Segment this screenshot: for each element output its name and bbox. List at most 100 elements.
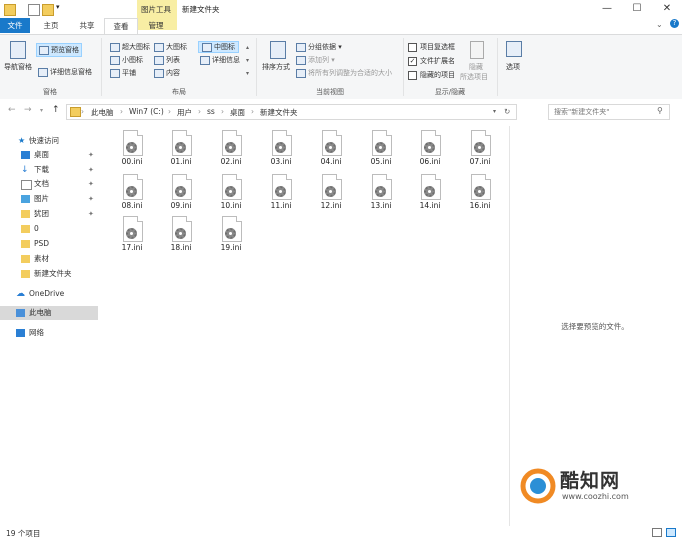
file-item[interactable]: 14.ini	[410, 174, 450, 218]
current-view-group-label: 当前视图	[316, 88, 344, 96]
hidden-items-toggle[interactable]: 隐藏的项目	[408, 70, 455, 80]
hidden-items-checkbox[interactable]	[408, 70, 417, 80]
quick-access-dropdown-icon[interactable]: ▾	[56, 3, 60, 11]
details-view-toggle-icon[interactable]	[652, 528, 662, 537]
sidebar-item-folder[interactable]: 犹团 ✦	[0, 207, 98, 221]
address-dropdown-icon[interactable]: ▾	[493, 108, 496, 115]
view-content[interactable]: 内容	[154, 68, 180, 78]
sidebar-item-folder[interactable]: 素材	[0, 252, 98, 266]
file-item[interactable]: 00.ini	[112, 130, 152, 174]
tab-manage[interactable]: 管理	[138, 18, 174, 33]
sidebar-quick-access[interactable]: ★ 快速访问	[0, 134, 98, 148]
pin-icon[interactable]: ✦	[88, 207, 94, 221]
file-item[interactable]: 01.ini	[161, 130, 201, 174]
item-checkboxes-toggle[interactable]: 项目复选框	[408, 42, 455, 52]
view-list[interactable]: 列表	[154, 55, 180, 65]
pin-icon[interactable]: ✦	[88, 148, 94, 162]
properties-icon[interactable]	[28, 4, 40, 16]
pin-icon[interactable]: ✦	[88, 177, 94, 191]
sidebar-item-desktop[interactable]: 桌面 ✦	[0, 148, 98, 162]
preview-pane-button[interactable]: 预览窗格	[36, 43, 82, 57]
view-small-icons[interactable]: 小图标	[110, 55, 143, 65]
sidebar-onedrive[interactable]: ☁ OneDrive	[0, 287, 98, 301]
search-icon[interactable]: ⚲	[657, 106, 663, 115]
file-item[interactable]: 16.ini	[460, 174, 500, 218]
file-extensions-toggle[interactable]: ✓ 文件扩展名	[408, 56, 455, 66]
item-checkboxes-checkbox[interactable]	[408, 42, 417, 52]
file-item[interactable]: 09.ini	[161, 174, 201, 218]
view-details[interactable]: 详细信息	[200, 55, 240, 65]
maximize-button[interactable]: ☐	[622, 0, 652, 18]
file-item[interactable]: 07.ini	[460, 130, 500, 174]
breadcrumb-this-pc[interactable]: 此电脑	[91, 107, 114, 118]
size-all-columns-button[interactable]: 将所有列调整为合适的大小	[296, 68, 392, 78]
tab-view[interactable]: 查看	[104, 18, 138, 35]
file-item[interactable]: 05.ini	[361, 130, 401, 174]
sidebar-this-pc[interactable]: 此电脑	[0, 306, 98, 320]
sidebar-item-pictures[interactable]: 图片 ✦	[0, 192, 98, 206]
file-item[interactable]: 12.ini	[311, 174, 351, 218]
file-item[interactable]: 18.ini	[161, 216, 201, 260]
view-large-icons[interactable]: 大图标	[154, 42, 187, 52]
tab-home[interactable]: 主页	[36, 18, 66, 33]
sidebar-item-folder[interactable]: 新建文件夹	[0, 267, 98, 281]
options-button[interactable]: 选项	[506, 62, 520, 72]
file-item[interactable]: 11.ini	[261, 174, 301, 218]
file-item[interactable]: 17.ini	[112, 216, 152, 260]
file-item[interactable]: 13.ini	[361, 174, 401, 218]
search-placeholder: 搜索"新建文件夹"	[554, 108, 610, 116]
file-item[interactable]: 10.ini	[211, 174, 251, 218]
add-columns-button[interactable]: 添加列 ▾	[296, 55, 335, 65]
tab-file[interactable]: 文件	[0, 18, 30, 33]
back-button[interactable]: ←	[8, 105, 16, 115]
preview-empty-text: 选择要预览的文件。	[561, 322, 629, 331]
new-folder-icon[interactable]	[42, 4, 54, 16]
sidebar-network[interactable]: 网络	[0, 326, 98, 340]
view-medium-icons[interactable]: 中图标	[198, 41, 239, 53]
file-item[interactable]: 03.ini	[261, 130, 301, 174]
view-extra-large-icons[interactable]: 超大图标	[110, 42, 150, 52]
close-button[interactable]: ✕	[652, 0, 682, 18]
medium-label: 中图标	[214, 43, 235, 51]
group-by-button[interactable]: 分组依据 ▾	[296, 42, 342, 52]
up-button[interactable]: ↑	[52, 105, 60, 115]
breadcrumb-current-folder[interactable]: 新建文件夹	[260, 107, 298, 118]
help-icon[interactable]: ?	[670, 19, 679, 28]
ribbon-collapse-icon[interactable]: ⌄	[656, 20, 663, 29]
address-bar[interactable]: › 此电脑 › Win7 (C:) › 用户 › ss › 桌面 › 新建文件夹…	[66, 104, 517, 120]
file-item[interactable]: 02.ini	[211, 130, 251, 174]
hide-selected-button[interactable]: 隐藏	[469, 62, 483, 72]
breadcrumb-desktop[interactable]: 桌面	[230, 107, 245, 118]
sidebar-item-folder[interactable]: 0	[0, 222, 98, 236]
sidebar-item-label: 文档	[34, 179, 49, 188]
refresh-icon[interactable]: ↻	[504, 107, 510, 116]
file-extensions-checkbox[interactable]: ✓	[408, 56, 417, 66]
breadcrumb-drive[interactable]: Win7 (C:)	[129, 107, 164, 116]
file-item[interactable]: 19.ini	[211, 216, 251, 260]
file-item[interactable]: 08.ini	[112, 174, 152, 218]
recent-locations-icon[interactable]: ▾	[40, 107, 43, 114]
sidebar-item-documents[interactable]: 文档 ✦	[0, 177, 98, 191]
sort-by-button[interactable]: 排序方式	[262, 62, 290, 72]
forward-button[interactable]: →	[24, 105, 32, 115]
tab-share[interactable]: 共享	[72, 18, 102, 33]
search-box[interactable]: 搜索"新建文件夹" ⚲	[548, 104, 670, 120]
pin-icon[interactable]: ✦	[88, 163, 94, 177]
sidebar-item-folder[interactable]: PSD	[0, 237, 98, 251]
file-item[interactable]: 04.ini	[311, 130, 351, 174]
view-tiles[interactable]: 平铺	[110, 68, 136, 78]
show-hide-group-label: 显示/隐藏	[434, 88, 466, 96]
minimize-button[interactable]: —	[592, 0, 622, 18]
breadcrumb-users[interactable]: 用户	[177, 107, 192, 118]
details-pane-button[interactable]: 详细信息窗格	[38, 67, 92, 77]
file-item[interactable]: 06.ini	[410, 130, 450, 174]
breadcrumb-user[interactable]: ss	[207, 107, 215, 116]
pin-icon[interactable]: ✦	[88, 192, 94, 206]
large-icons-view-toggle-icon[interactable]	[666, 528, 676, 537]
sidebar-item-downloads[interactable]: ↓ 下载 ✦	[0, 163, 98, 177]
layout-scroll-icon[interactable]: ▴ ▾ ▾	[246, 41, 249, 80]
gear-icon	[126, 228, 137, 239]
navigation-pane-button[interactable]: 导航窗格	[4, 62, 32, 72]
list-label: 列表	[166, 56, 180, 64]
gear-icon	[225, 186, 236, 197]
